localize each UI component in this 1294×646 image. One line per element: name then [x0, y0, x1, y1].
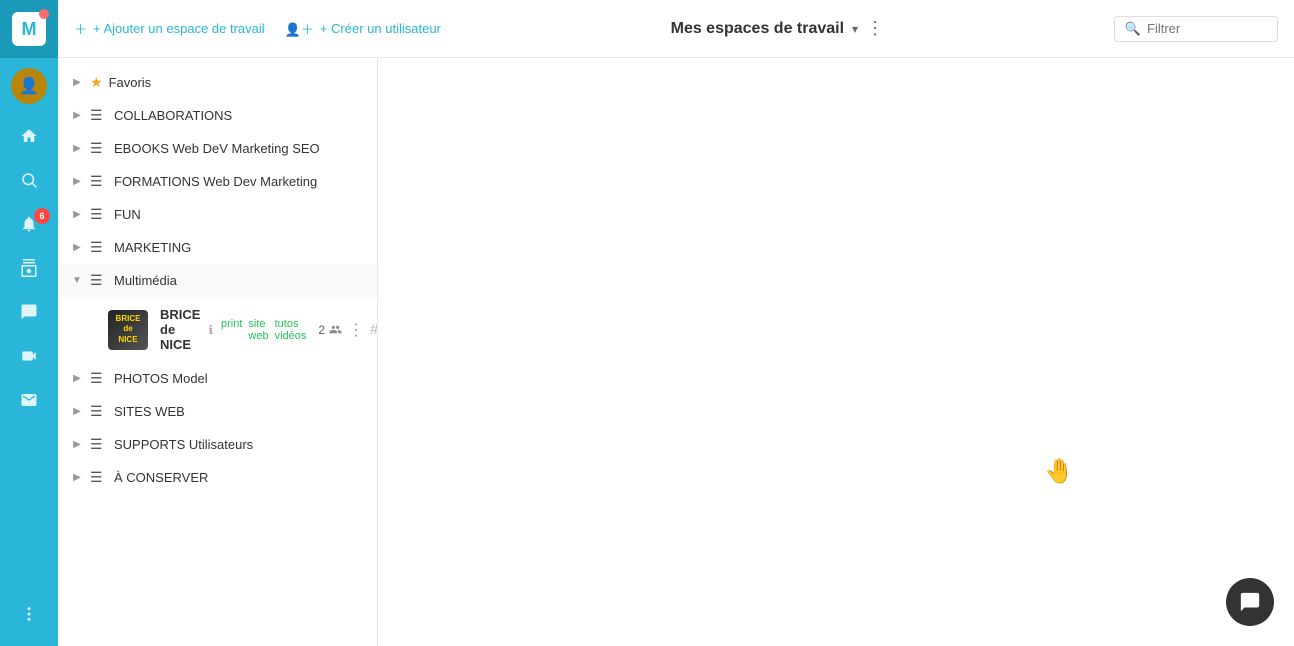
- arrow-icon: ▶: [70, 77, 84, 88]
- title-chevron-icon[interactable]: ▾: [852, 22, 858, 36]
- list-icon: ☰: [90, 173, 108, 190]
- sidebar-bell-icon[interactable]: 6: [0, 202, 58, 246]
- add-icon: ＋: [74, 19, 87, 38]
- sidebar-search-icon[interactable]: [0, 158, 58, 202]
- logo-text: M: [22, 19, 37, 40]
- header-more-icon[interactable]: ⋮: [866, 18, 884, 39]
- arrow-icon: ▶: [70, 406, 84, 417]
- arrow-icon: ▶: [70, 209, 84, 220]
- sidebar-contacts-icon[interactable]: [0, 246, 58, 290]
- sidebar-more-icon[interactable]: [0, 592, 58, 636]
- nav-sidebar: ▶ ★ Favoris ▶ ☰ COLLABORATIONS ▶ ☰ EBOOK…: [58, 58, 378, 646]
- nav-label-sites-web: SITES WEB: [114, 404, 185, 419]
- list-icon: ☰: [90, 239, 108, 256]
- sidebar-item-sites-web[interactable]: ▶ ☰ SITES WEB: [58, 395, 377, 428]
- sidebar-mail-icon[interactable]: [0, 378, 58, 422]
- members-count: 2: [318, 323, 342, 337]
- search-input[interactable]: [1147, 21, 1267, 36]
- sidebar-video-icon[interactable]: [0, 334, 58, 378]
- sidebar-chat-icon[interactable]: [0, 290, 58, 334]
- list-icon: ☰: [90, 436, 108, 453]
- sidebar-bottom: [0, 592, 58, 646]
- workspace-item-brice[interactable]: BRICEdeNICE BRICE de NICE ℹ print site w…: [58, 297, 377, 362]
- app-logo[interactable]: M: [0, 0, 58, 58]
- list-icon: ☰: [90, 140, 108, 157]
- workspace-name: BRICE de NICE: [160, 307, 200, 352]
- sidebar-item-collaborations[interactable]: ▶ ☰ COLLABORATIONS: [58, 99, 377, 132]
- nav-label-favoris: Favoris: [109, 75, 152, 90]
- sidebar-item-supports[interactable]: ▶ ☰ SUPPORTS Utilisateurs: [58, 428, 377, 461]
- info-icon[interactable]: ℹ: [208, 323, 213, 337]
- cursor-indicator: 🤚: [1044, 457, 1074, 486]
- list-icon: ☰: [90, 206, 108, 223]
- arrow-icon: ▶: [70, 110, 84, 121]
- main-content: ＋ + Ajouter un espace de travail 👤＋ + Cr…: [58, 0, 1294, 646]
- sidebar-item-marketing[interactable]: ▶ ☰ MARKETING: [58, 231, 377, 264]
- thumb-image: BRICEdeNICE: [108, 310, 148, 350]
- arrow-icon: ▶: [70, 176, 84, 187]
- nav-label-marketing: MARKETING: [114, 240, 191, 255]
- nav-label-photos: PHOTOS Model: [114, 371, 208, 386]
- workspace-info: BRICE de NICE ℹ print site web tutos vid…: [160, 307, 306, 352]
- search-icon: 🔍: [1125, 21, 1141, 37]
- notification-badge: 6: [34, 208, 50, 224]
- user-plus-icon: 👤＋: [285, 19, 314, 38]
- nav-label-ebooks: EBOOKS Web DeV Marketing SEO: [114, 141, 320, 156]
- nav-label-multimedia: Multimédia: [114, 273, 177, 288]
- tag-print: print: [221, 318, 242, 342]
- list-icon: ☰: [90, 272, 108, 289]
- avatar[interactable]: 👤: [11, 68, 47, 104]
- avatar-initials: 👤: [19, 76, 39, 96]
- list-icon: ☰: [90, 370, 108, 387]
- tag-tutos: tutos vidéos: [275, 318, 307, 342]
- arrow-icon: ▶: [70, 242, 84, 253]
- nav-label-collaborations: COLLABORATIONS: [114, 108, 232, 123]
- nav-label-fun: FUN: [114, 207, 141, 222]
- sidebar-item-ebooks[interactable]: ▶ ☰ EBOOKS Web DeV Marketing SEO: [58, 132, 377, 165]
- list-icon: ☰: [90, 107, 108, 124]
- content-area: ▶ ★ Favoris ▶ ☰ COLLABORATIONS ▶ ☰ EBOOK…: [58, 58, 1294, 646]
- arrow-icon: ▶: [70, 373, 84, 384]
- arrow-icon: ▶: [70, 143, 84, 154]
- nav-label-supports: SUPPORTS Utilisateurs: [114, 437, 253, 452]
- sidebar-item-multimedia[interactable]: ▼ ☰ Multimédia: [58, 264, 377, 297]
- workspace-thumbnail: BRICEdeNICE: [108, 310, 148, 350]
- arrow-icon: ▶: [70, 472, 84, 483]
- add-workspace-label: + Ajouter un espace de travail: [93, 21, 265, 36]
- left-sidebar: M 👤 6: [0, 0, 58, 646]
- create-user-button[interactable]: 👤＋ + Créer un utilisateur: [285, 19, 441, 38]
- sidebar-item-a-conserver[interactable]: ▶ ☰ À CONSERVER: [58, 461, 377, 494]
- hash-icon[interactable]: #: [370, 321, 378, 338]
- create-user-label: + Créer un utilisateur: [320, 21, 441, 36]
- arrow-icon: ▶: [70, 439, 84, 450]
- workspace-tags: print site web tutos vidéos: [221, 318, 306, 342]
- sidebar-item-photos[interactable]: ▶ ☰ PHOTOS Model: [58, 362, 377, 395]
- sidebar-item-fun[interactable]: ▶ ☰ FUN: [58, 198, 377, 231]
- workspace-actions: 2 ⋮ # ✓: [318, 320, 378, 340]
- add-workspace-button[interactable]: ＋ + Ajouter un espace de travail: [74, 19, 265, 38]
- header: ＋ + Ajouter un espace de travail 👤＋ + Cr…: [58, 0, 1294, 58]
- star-icon: ★: [90, 74, 103, 91]
- members-number: 2: [318, 323, 325, 337]
- logo-box: M: [12, 12, 46, 46]
- chat-support-button[interactable]: [1226, 578, 1274, 626]
- sidebar-item-formations[interactable]: ▶ ☰ FORMATIONS Web Dev Marketing: [58, 165, 377, 198]
- workspace-main-area: 🤚: [378, 58, 1294, 646]
- workspace-more-icon[interactable]: ⋮: [348, 320, 364, 340]
- page-title: Mes espaces de travail: [671, 20, 844, 38]
- sidebar-item-favoris[interactable]: ▶ ★ Favoris: [58, 66, 377, 99]
- nav-label-formations: FORMATIONS Web Dev Marketing: [114, 174, 317, 189]
- arrow-down-icon: ▼: [70, 275, 84, 286]
- workspace-action-icons: # ✓: [370, 321, 378, 339]
- header-actions: ＋ + Ajouter un espace de travail 👤＋ + Cr…: [74, 19, 441, 38]
- nav-label-a-conserver: À CONSERVER: [114, 470, 208, 485]
- header-center: Mes espaces de travail ▾ ⋮: [461, 18, 1094, 39]
- list-icon: ☰: [90, 469, 108, 486]
- sidebar-home-icon[interactable]: [0, 114, 58, 158]
- tag-site-web: site web: [248, 318, 268, 342]
- list-icon: ☰: [90, 403, 108, 420]
- search-box[interactable]: 🔍: [1114, 16, 1278, 42]
